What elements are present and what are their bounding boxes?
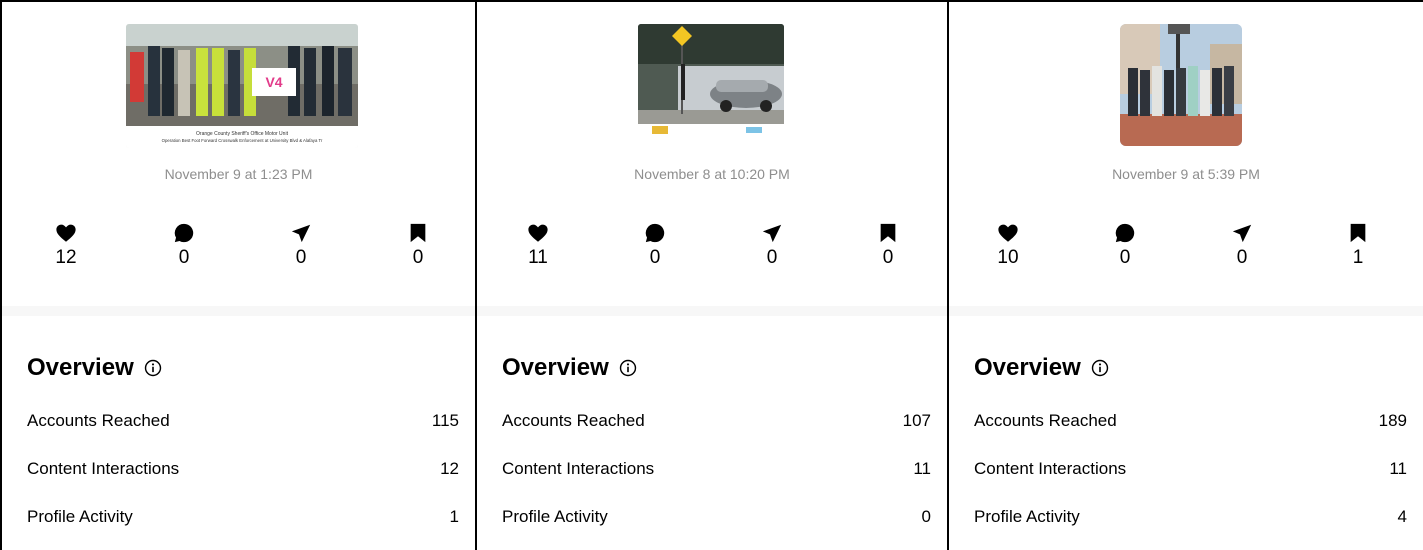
info-circle-icon[interactable] [619, 359, 637, 377]
bookmark-icon [880, 223, 896, 243]
overview-row-profile-activity[interactable]: Profile Activity 4 [974, 507, 1407, 527]
comments-stat: 0 [1095, 222, 1155, 269]
saves-count: 0 [882, 247, 894, 268]
overview-row-profile-activity[interactable]: Profile Activity 1 [27, 507, 459, 527]
metric-value: 11 [913, 459, 931, 478]
post-thumbnail[interactable] [1120, 24, 1242, 146]
engagement-stats: 11 0 0 0 [477, 222, 947, 272]
comment-bubble-icon [1115, 223, 1135, 243]
post-thumbnail-image [638, 24, 784, 140]
overview-title: Overview [27, 354, 134, 381]
post-thumbnail-image [1120, 24, 1242, 146]
overview-row-accounts-reached[interactable]: Accounts Reached 189 [974, 411, 1407, 431]
metric-value: 189 [1378, 411, 1407, 430]
metric-label: Content Interactions [27, 459, 180, 478]
comments-count: 0 [649, 247, 661, 268]
overview-heading: Overview [27, 354, 162, 382]
bookmark-icon [1350, 223, 1366, 243]
engagement-stats: 12 0 0 0 [2, 222, 475, 272]
comment-bubble-icon [174, 223, 194, 243]
overview-heading: Overview [974, 354, 1109, 382]
shares-stat: 0 [271, 222, 331, 269]
heart-icon [998, 224, 1018, 242]
likes-stat: 10 [978, 222, 1038, 269]
post-date: November 9 at 1:23 PM [164, 166, 313, 182]
metric-label: Accounts Reached [27, 411, 170, 430]
section-separator [2, 306, 475, 316]
shares-count: 0 [1236, 247, 1248, 268]
likes-stat: 11 [508, 222, 568, 269]
bookmark-icon [410, 223, 426, 243]
send-paper-plane-icon [762, 224, 782, 243]
post-date: November 9 at 5:39 PM [1112, 166, 1260, 182]
heart-icon [56, 224, 76, 242]
metric-value: 12 [440, 459, 459, 478]
metric-value: 0 [921, 507, 931, 526]
metric-value: 107 [902, 411, 931, 430]
shares-count: 0 [766, 247, 778, 268]
overview-row-accounts-reached[interactable]: Accounts Reached 107 [502, 411, 931, 431]
saves-stat: 1 [1328, 222, 1388, 269]
info-circle-icon[interactable] [144, 359, 162, 377]
saves-count: 0 [412, 247, 424, 268]
metric-label: Profile Activity [502, 507, 608, 526]
likes-count: 10 [997, 247, 1019, 268]
saves-stat: 0 [388, 222, 448, 269]
shares-stat: 0 [742, 222, 802, 269]
metric-label: Profile Activity [974, 507, 1080, 526]
metric-value: 11 [1389, 459, 1407, 478]
overview-row-content-interactions[interactable]: Content Interactions 12 [27, 459, 459, 479]
comments-stat: 0 [154, 222, 214, 269]
info-circle-icon[interactable] [1091, 359, 1109, 377]
post-date: November 8 at 10:20 PM [634, 166, 790, 182]
send-paper-plane-icon [1232, 224, 1252, 243]
shares-count: 0 [295, 247, 307, 268]
comments-stat: 0 [625, 222, 685, 269]
post-thumbnail[interactable] [638, 24, 784, 140]
post-insights-panel-2: November 8 at 10:20 PM 11 0 0 0 Overview [477, 2, 947, 550]
metric-value: 1 [449, 507, 459, 526]
metric-label: Accounts Reached [502, 411, 645, 430]
sign-text: V4 [265, 74, 282, 90]
thumbnail-caption-line-2: Operation Best Foot Forward Crosswalk En… [162, 138, 323, 143]
metric-label: Content Interactions [502, 459, 655, 478]
metric-label: Content Interactions [974, 459, 1127, 478]
post-insights-panel-1: V4 Orange County Sheriff's Office Motor … [2, 2, 475, 550]
likes-count: 11 [528, 247, 548, 268]
section-separator [477, 306, 947, 316]
metric-value: 4 [1397, 507, 1407, 526]
metric-label: Profile Activity [27, 507, 133, 526]
saves-stat: 0 [858, 222, 918, 269]
post-thumbnail[interactable]: V4 Orange County Sheriff's Office Motor … [126, 24, 358, 148]
engagement-stats: 10 0 0 1 [949, 222, 1423, 272]
section-separator [949, 306, 1423, 316]
overview-row-content-interactions[interactable]: Content Interactions 11 [502, 459, 931, 479]
comments-count: 0 [1119, 247, 1131, 268]
comments-count: 0 [178, 247, 190, 268]
overview-title: Overview [974, 354, 1081, 381]
shares-stat: 0 [1212, 222, 1272, 269]
comment-bubble-icon [645, 223, 665, 243]
metric-value: 115 [431, 411, 459, 430]
metric-label: Accounts Reached [974, 411, 1117, 430]
overview-row-profile-activity[interactable]: Profile Activity 0 [502, 507, 931, 527]
heart-icon [528, 224, 548, 242]
post-insights-comparison: V4 Orange County Sheriff's Office Motor … [0, 0, 1423, 550]
send-paper-plane-icon [291, 224, 311, 243]
post-insights-panel-3: November 9 at 5:39 PM 10 0 0 1 Overview [949, 2, 1423, 550]
thumbnail-caption-line-1: Orange County Sheriff's Office Motor Uni… [196, 131, 289, 137]
likes-stat: 12 [36, 222, 96, 269]
likes-count: 12 [55, 247, 77, 268]
saves-count: 1 [1352, 247, 1364, 268]
overview-row-content-interactions[interactable]: Content Interactions 11 [974, 459, 1407, 479]
post-thumbnail-image: V4 Orange County Sheriff's Office Motor … [126, 24, 358, 148]
overview-heading: Overview [502, 354, 637, 382]
overview-row-accounts-reached[interactable]: Accounts Reached 115 [27, 411, 459, 431]
overview-title: Overview [502, 354, 609, 381]
